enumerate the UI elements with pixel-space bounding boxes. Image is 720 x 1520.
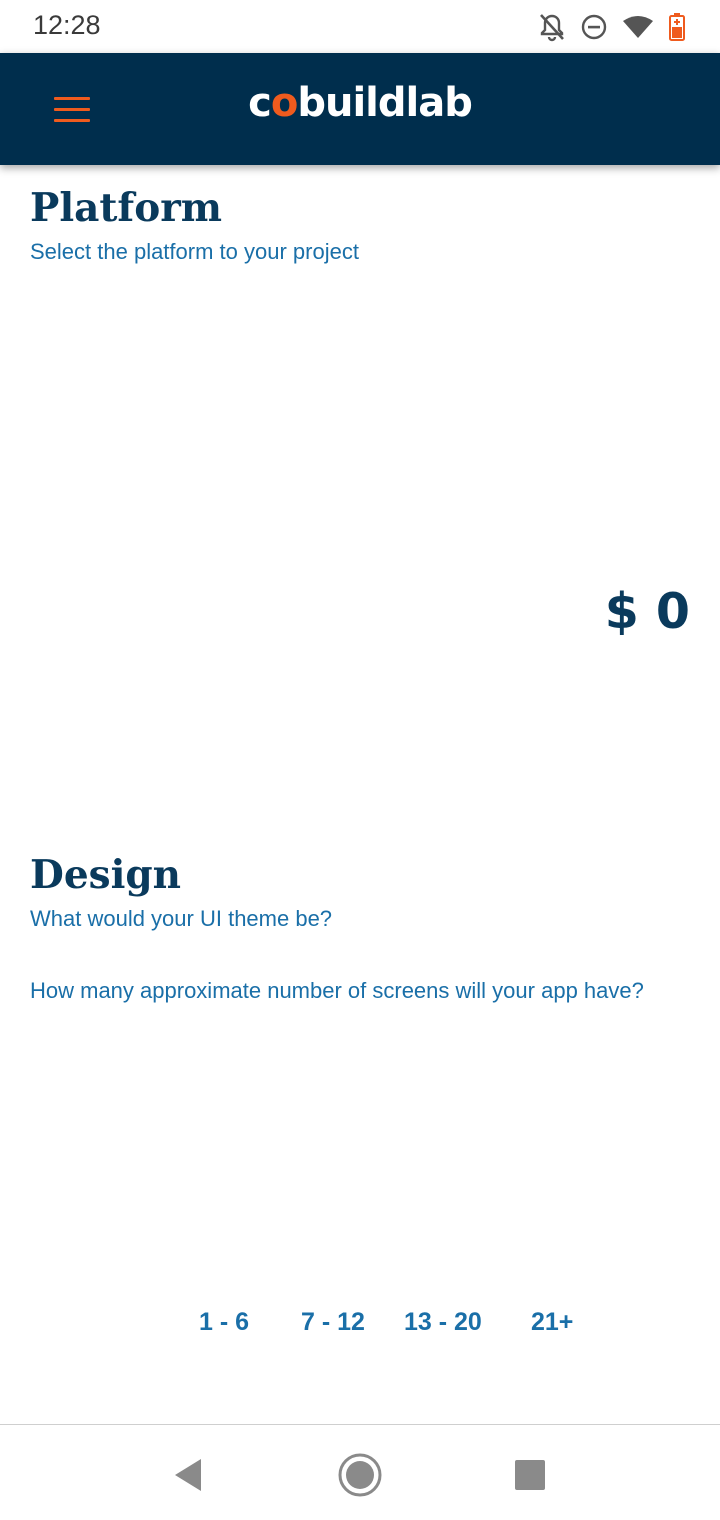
wifi-icon	[622, 14, 654, 40]
screen-option-7-12[interactable]: 7 - 12	[301, 1308, 365, 1337]
home-icon[interactable]	[336, 1451, 384, 1499]
logo: cobuildlab	[248, 80, 473, 126]
screen-option-21-plus[interactable]: 21+	[531, 1308, 591, 1337]
screen-option-1-6[interactable]: 1 - 6	[199, 1308, 259, 1337]
status-bar: 12:28	[0, 0, 720, 53]
recents-icon[interactable]	[506, 1451, 554, 1499]
do-not-disturb-icon	[580, 13, 608, 41]
design-theme-question: What would your UI theme be?	[30, 906, 333, 931]
price-total: $ 0	[604, 583, 690, 640]
back-icon[interactable]	[164, 1451, 212, 1499]
status-icons	[538, 11, 686, 43]
screen-count-options: 1 - 6 7 - 12 13 - 20 21+	[0, 1308, 720, 1348]
app-header: cobuildlab	[0, 53, 720, 165]
platform-subtitle: Select the platform to your project	[30, 239, 359, 264]
status-time: 12:28	[33, 10, 101, 40]
design-title: Design	[30, 852, 182, 898]
platform-title: Platform	[30, 185, 223, 231]
screen-option-13-20[interactable]: 13 - 20	[404, 1308, 483, 1337]
design-screens-question: How many approximate number of screens w…	[30, 978, 644, 1003]
bell-off-icon	[538, 12, 566, 42]
navigation-bar	[0, 1425, 720, 1520]
battery-low-icon	[668, 12, 686, 42]
